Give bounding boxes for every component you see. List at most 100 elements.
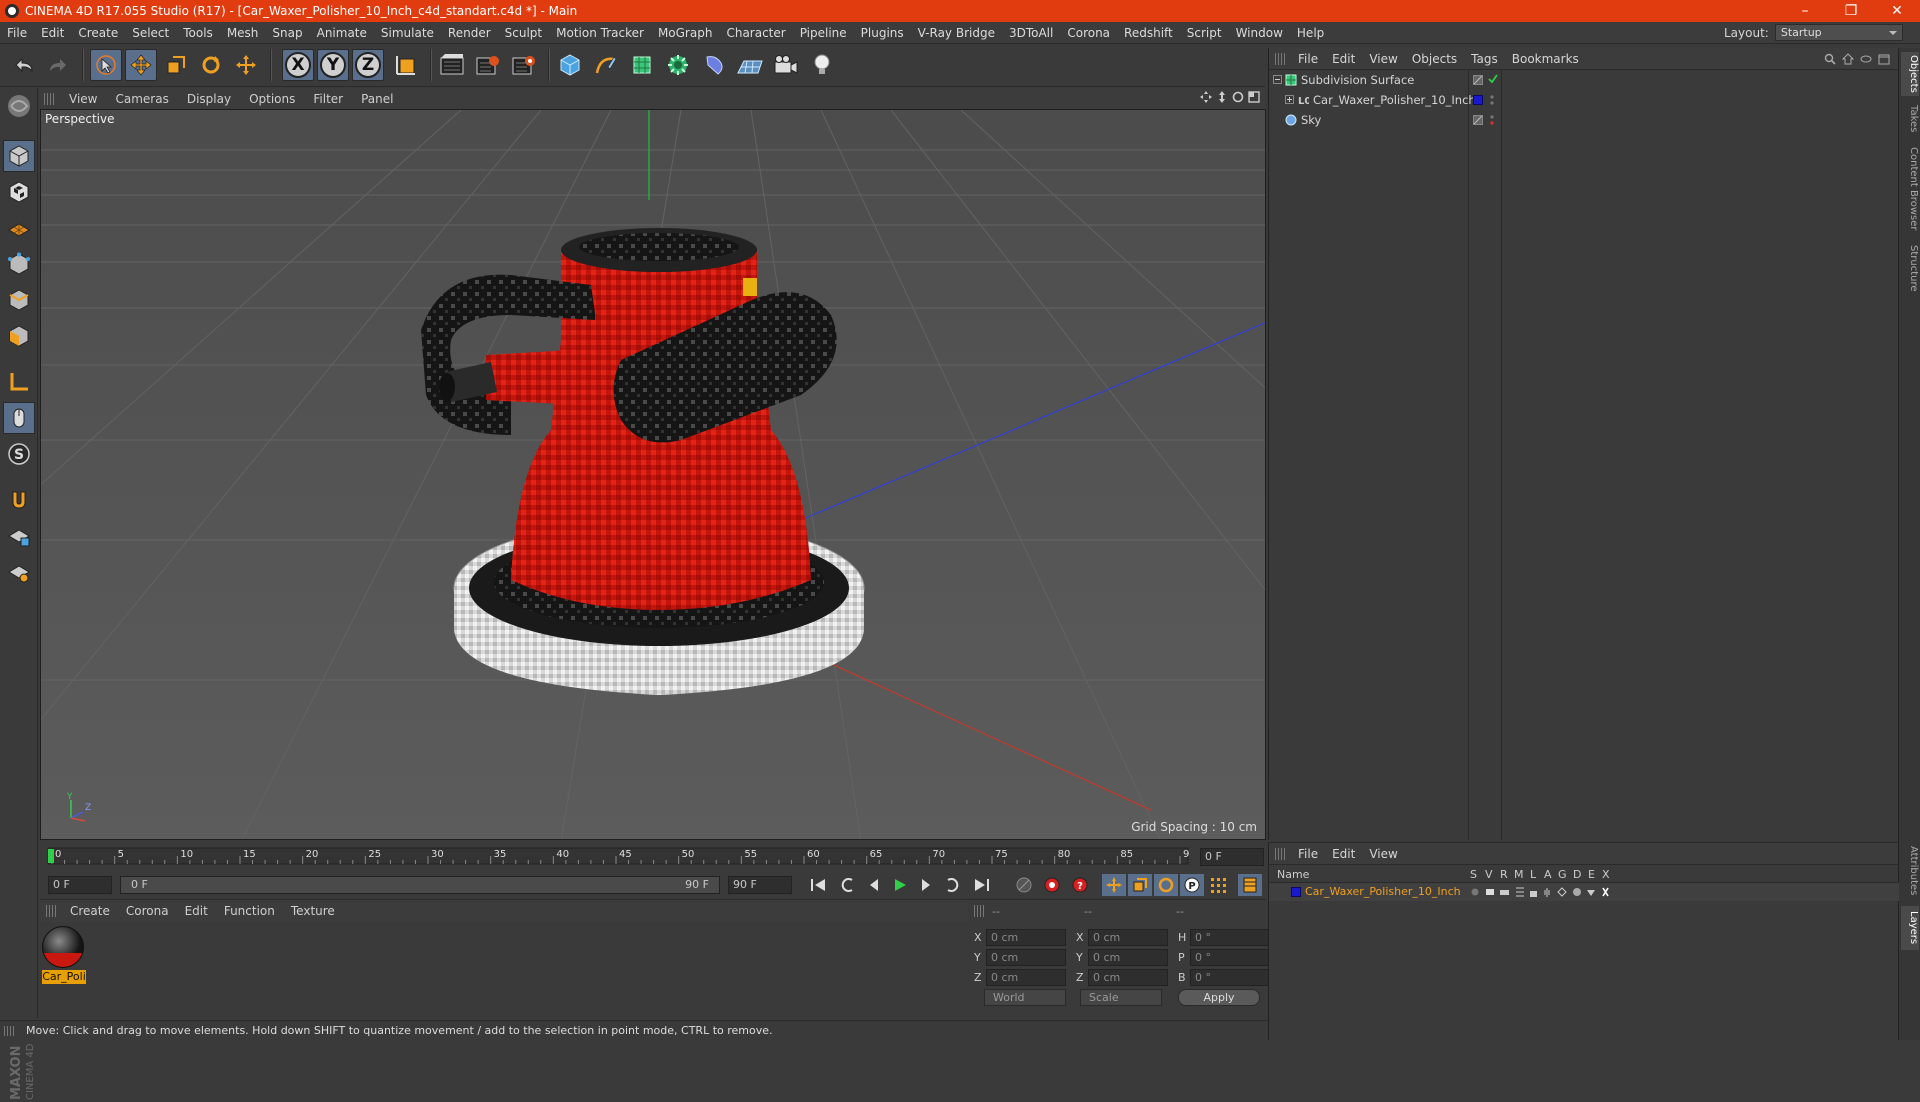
layer-visibility-icon[interactable] <box>1473 115 1483 125</box>
viewport-menu-panel[interactable]: Panel <box>352 92 402 106</box>
col-deformers[interactable]: D <box>1573 868 1581 881</box>
move-tool-icon[interactable] <box>125 49 157 81</box>
material-swatch[interactable]: Car_Poli <box>42 926 86 984</box>
layer-color-swatch[interactable] <box>1473 95 1483 105</box>
enabled-checkmark-icon[interactable] <box>1487 73 1499 85</box>
visibility-dots-icon[interactable] <box>1489 94 1495 106</box>
key-point-level-icon[interactable] <box>1206 874 1230 896</box>
menu-window[interactable]: Window <box>1229 26 1290 40</box>
col-locked[interactable]: L <box>1530 868 1536 881</box>
edit-render-settings-icon[interactable] <box>508 49 540 81</box>
axis-mode-icon[interactable] <box>3 366 35 398</box>
rot-p-field[interactable]: 0 ° <box>1190 948 1276 966</box>
menu-select[interactable]: Select <box>125 26 176 40</box>
search-icon[interactable] <box>1824 53 1836 65</box>
key-scale-icon[interactable] <box>1128 874 1152 896</box>
tab-content-browser[interactable]: Content Browser <box>1901 144 1919 234</box>
viewport-menu-filter[interactable]: Filter <box>304 92 352 106</box>
menu-sculpt[interactable]: Sculpt <box>498 26 549 40</box>
size-mode-dropdown[interactable]: Scale <box>1080 989 1162 1006</box>
viewport-menu-options[interactable]: Options <box>240 92 304 106</box>
layer-color-swatch[interactable] <box>1291 887 1301 897</box>
menu-file[interactable]: File <box>0 26 34 40</box>
texture-mode-icon[interactable] <box>3 176 35 208</box>
objects-menu-edit[interactable]: Edit <box>1325 52 1362 66</box>
polygons-mode-icon[interactable] <box>3 320 35 352</box>
render-view-icon[interactable] <box>436 49 468 81</box>
menu-script[interactable]: Script <box>1180 26 1229 40</box>
redo-icon[interactable] <box>42 49 74 81</box>
menu-redshift[interactable]: Redshift <box>1117 26 1180 40</box>
key-parameter-icon[interactable]: P <box>1180 874 1204 896</box>
edges-mode-icon[interactable] <box>3 284 35 316</box>
material-menu-create[interactable]: Create <box>62 904 118 918</box>
scale-tool-icon[interactable] <box>160 49 192 81</box>
col-animation[interactable]: A <box>1544 868 1552 881</box>
panel-grip[interactable] <box>1275 847 1285 860</box>
collapse-icon[interactable] <box>1273 75 1282 84</box>
size-y-field[interactable]: 0 cm <box>1088 948 1168 966</box>
panel-grip[interactable] <box>974 905 984 917</box>
home-icon[interactable] <box>1842 52 1854 65</box>
playhead[interactable] <box>48 849 54 863</box>
undo-icon[interactable] <box>8 49 40 81</box>
pos-x-field[interactable]: 0 cm <box>986 928 1066 946</box>
layer-visibility-icon[interactable] <box>1473 75 1483 85</box>
key-rotation-icon[interactable] <box>1154 874 1178 896</box>
menu-help[interactable]: Help <box>1290 26 1331 40</box>
model-mode-icon[interactable] <box>3 140 35 172</box>
link-icon[interactable] <box>1860 53 1872 65</box>
apply-button[interactable]: Apply <box>1178 989 1260 1006</box>
planar-workplane-icon[interactable] <box>3 556 35 588</box>
record-keys-icon[interactable] <box>1040 874 1064 896</box>
render-picture-viewer-icon[interactable] <box>472 49 504 81</box>
y-axis-lock-icon[interactable]: Y <box>317 49 349 81</box>
tab-takes[interactable]: Takes <box>1901 102 1919 136</box>
expand-icon[interactable] <box>1285 95 1294 104</box>
col-render[interactable]: R <box>1500 868 1508 881</box>
minimize-button[interactable]: – <box>1782 3 1828 19</box>
material-menu-corona[interactable]: Corona <box>118 904 177 918</box>
new-panel-icon[interactable] <box>1878 53 1890 65</box>
menu-plugins[interactable]: Plugins <box>854 26 911 40</box>
col-name[interactable]: Name <box>1277 868 1309 881</box>
timeline-ruler[interactable]: 0 5 10 15 20 25 30 35 40 45 50 55 60 65 70 75 80 85 90 0 F <box>40 842 1266 872</box>
menu-mograph[interactable]: MoGraph <box>651 26 720 40</box>
objects-menu-view[interactable]: View <box>1362 52 1404 66</box>
transform-tool-icon[interactable] <box>230 49 262 81</box>
rotate-tool-icon[interactable] <box>195 49 227 81</box>
workplane-mode-icon[interactable] <box>3 212 35 244</box>
perspective-viewport[interactable]: Y Z Perspective Grid Spacing : 10 cm <box>40 109 1266 840</box>
end-frame-field[interactable]: 90 F <box>728 876 792 894</box>
menu-3dtoall[interactable]: 3DToAll <box>1002 26 1060 40</box>
record-keys-off-icon[interactable] <box>1012 874 1036 896</box>
object-row-subdivision-surface[interactable]: Subdivision Surface <box>1269 70 1899 90</box>
key-position-icon[interactable] <box>1102 874 1126 896</box>
tweak-mode-icon[interactable] <box>3 402 35 434</box>
snap-icon[interactable]: S <box>3 438 35 470</box>
layout-select[interactable]: Startup <box>1774 24 1903 41</box>
layers-menu-view[interactable]: View <box>1362 847 1404 861</box>
menu-mesh[interactable]: Mesh <box>220 26 266 40</box>
tab-objects[interactable]: Objects <box>1901 52 1919 96</box>
light-icon[interactable] <box>806 49 838 81</box>
previous-frame-icon[interactable] <box>862 874 886 896</box>
floor-environment-icon[interactable] <box>734 49 766 81</box>
col-expressions[interactable]: E <box>1588 868 1595 881</box>
object-row-polisher[interactable]: L0 Car_Waxer_Polisher_10_Inch <box>1269 90 1899 110</box>
menu-pipeline[interactable]: Pipeline <box>793 26 854 40</box>
tab-layers[interactable]: Layers <box>1901 906 1919 950</box>
coordinate-space-dropdown[interactable]: World <box>984 989 1066 1006</box>
layer-toggle-icons[interactable] <box>1469 886 1609 898</box>
cube-primitive-icon[interactable] <box>554 49 586 81</box>
next-frame-icon[interactable] <box>914 874 938 896</box>
menu-create[interactable]: Create <box>71 26 125 40</box>
coordinate-system-icon[interactable] <box>390 49 422 81</box>
pos-z-field[interactable]: 0 cm <box>986 968 1066 986</box>
maximize-view-icon[interactable] <box>1248 91 1260 103</box>
layers-menu-edit[interactable]: Edit <box>1325 847 1362 861</box>
tab-attributes[interactable]: Attributes <box>1901 842 1919 900</box>
cloner-icon[interactable] <box>662 49 694 81</box>
pos-y-field[interactable]: 0 cm <box>986 948 1066 966</box>
tab-structure[interactable]: Structure <box>1901 242 1919 294</box>
